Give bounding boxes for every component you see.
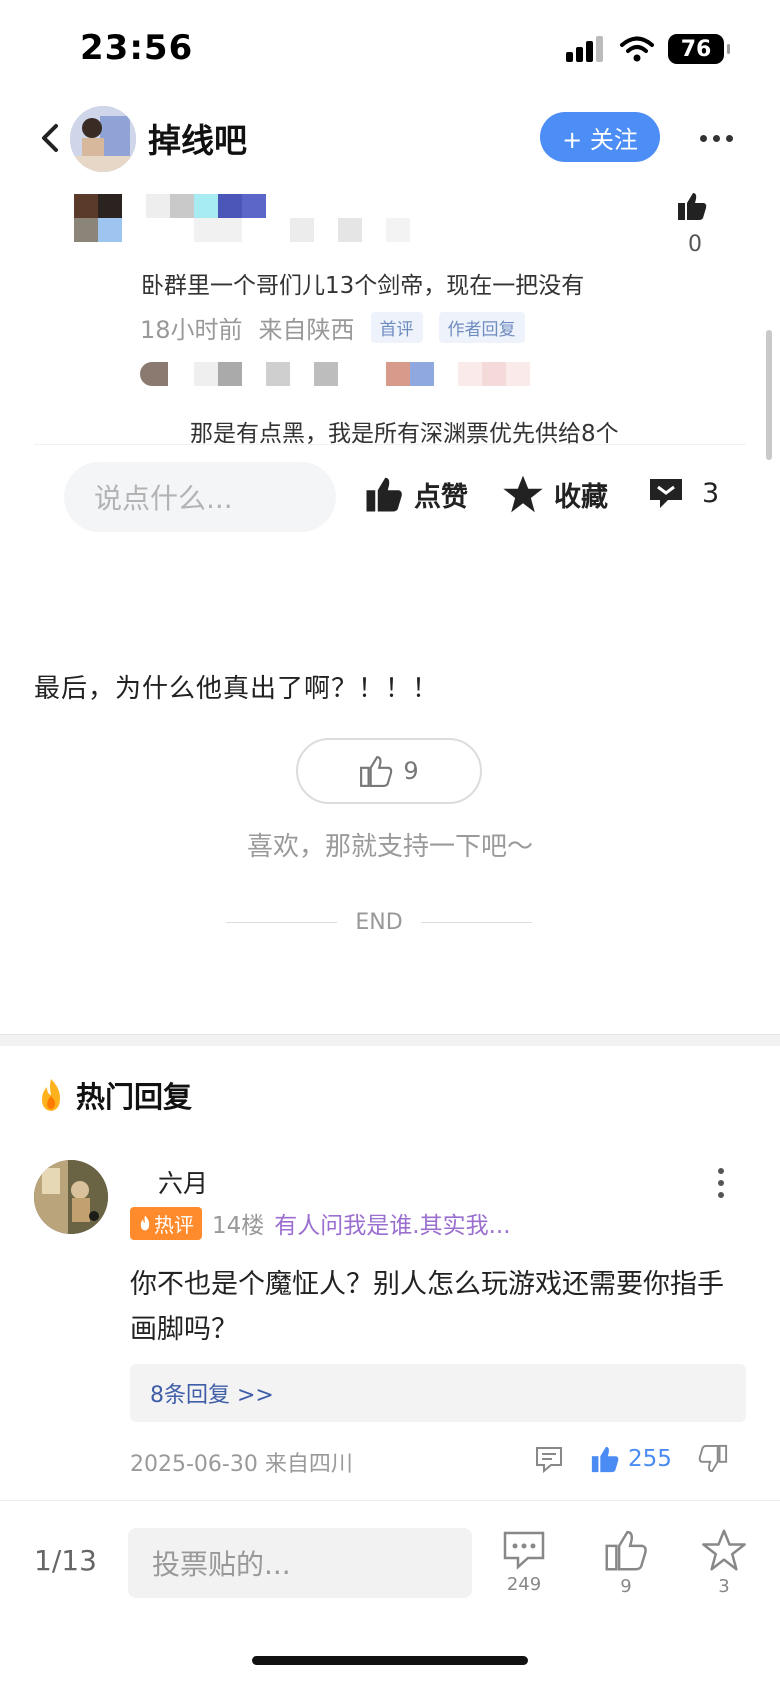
star-icon: [503, 475, 543, 513]
end-divider: END: [226, 910, 532, 935]
home-indicator[interactable]: [252, 1656, 528, 1665]
more-options-icon[interactable]: [700, 124, 740, 152]
bottom-favorite-button[interactable]: 3: [702, 1528, 746, 1597]
post-like-button[interactable]: 9: [296, 738, 482, 804]
reply-meta: 热评 14楼 有人问我是谁.其实我...: [130, 1206, 511, 1240]
sub-comment-meta: 18小时前 来自陕西 首评 作者回复: [140, 310, 525, 345]
comment-icon: [650, 479, 682, 508]
post-like-count: 9: [403, 757, 419, 785]
end-label: END: [355, 910, 403, 935]
status-time: 23:56: [80, 28, 194, 68]
hot-replies-title: 热门回复: [76, 1080, 193, 1114]
fire-icon: [140, 1215, 150, 1231]
forum-title[interactable]: 掉线吧: [148, 114, 247, 162]
sub-comment-text: 卧群里一个哥们儿13个剑帝，现在一把没有: [141, 273, 585, 299]
comment-icon: [503, 1531, 545, 1570]
scrollbar[interactable]: [766, 330, 772, 460]
thumbs-up-outline-icon: [605, 1530, 647, 1571]
bottom-like-count: 9: [620, 1576, 632, 1597]
thumbs-up-icon: [591, 1446, 619, 1473]
first-comment-tag: 首评: [370, 312, 423, 343]
reply-comment-icon[interactable]: [534, 1444, 564, 1474]
reply-username[interactable]: 六月: [158, 1164, 208, 1200]
like-action[interactable]: 点赞: [364, 474, 468, 514]
favorite-action[interactable]: 收藏: [502, 474, 608, 514]
sub-comment-time: 18小时前: [140, 316, 243, 344]
reply-more-icon[interactable]: [718, 1168, 726, 1198]
view-sub-replies-button[interactable]: 8条回复 >>: [130, 1364, 746, 1422]
status-icons: 76: [566, 34, 730, 64]
comment-count: 3: [702, 477, 720, 509]
thumbs-up-outline-icon: [360, 756, 393, 787]
follow-button[interactable]: + 关注: [540, 112, 660, 162]
bottom-like-button[interactable]: 9: [604, 1528, 648, 1597]
reply-text: 你不也是个魔怔人？别人怎么玩游戏还需要你指手画脚吗？: [130, 1269, 724, 1345]
reply-date-location: 2025-06-30 来自四川: [130, 1452, 353, 1477]
reply-input[interactable]: 投票贴的...: [128, 1528, 472, 1598]
user-signature: 有人问我是谁.其实我...: [274, 1213, 511, 1239]
hot-replies-header: 热门回复: [36, 1074, 192, 1116]
page-indicator[interactable]: 1/13: [34, 1544, 97, 1577]
star-outline-icon: [702, 1529, 746, 1571]
author-reply-tag: 作者回复: [438, 312, 525, 343]
hot-comment-badge: 热评: [130, 1206, 202, 1240]
forum-avatar[interactable]: [70, 106, 136, 172]
thumbs-down-icon[interactable]: [698, 1444, 728, 1474]
thumbs-up-icon: [366, 477, 402, 512]
sub-comment-location: 来自陕西: [258, 316, 355, 344]
back-icon[interactable]: [36, 120, 64, 156]
user-avatar[interactable]: [34, 1160, 108, 1234]
bottom-comment-button[interactable]: 249: [502, 1530, 546, 1595]
author-reply-text: 那是有点黑，我是所有深渊票优先供给8个: [190, 421, 619, 447]
reply-like-button[interactable]: 255: [590, 1444, 672, 1474]
post-last-line: 最后，为什么他真出了啊？！！！: [34, 674, 440, 704]
like-label: 点赞: [414, 481, 468, 513]
bottom-favorite-count: 3: [718, 1576, 730, 1597]
comment-input[interactable]: 说点什么...: [64, 462, 336, 532]
favorite-label: 收藏: [554, 481, 608, 513]
comment-action[interactable]: 3: [648, 476, 719, 510]
thumbs-up-icon[interactable]: [676, 190, 708, 222]
fire-icon: [42, 1079, 60, 1111]
divider: [34, 444, 746, 445]
reply-like-count: 255: [628, 1446, 672, 1472]
battery-indicator: 76: [668, 34, 730, 64]
section-separator: [0, 1034, 780, 1046]
support-text: 喜欢，那就支持一下吧～: [246, 832, 533, 862]
bottom-comment-count: 249: [506, 1574, 542, 1595]
reply-actions: 255: [534, 1444, 728, 1474]
sub-like-count: 0: [688, 232, 702, 257]
wifi-icon: [620, 36, 654, 62]
signal-icon: [566, 36, 603, 62]
reply-floor: 14楼: [212, 1213, 265, 1239]
